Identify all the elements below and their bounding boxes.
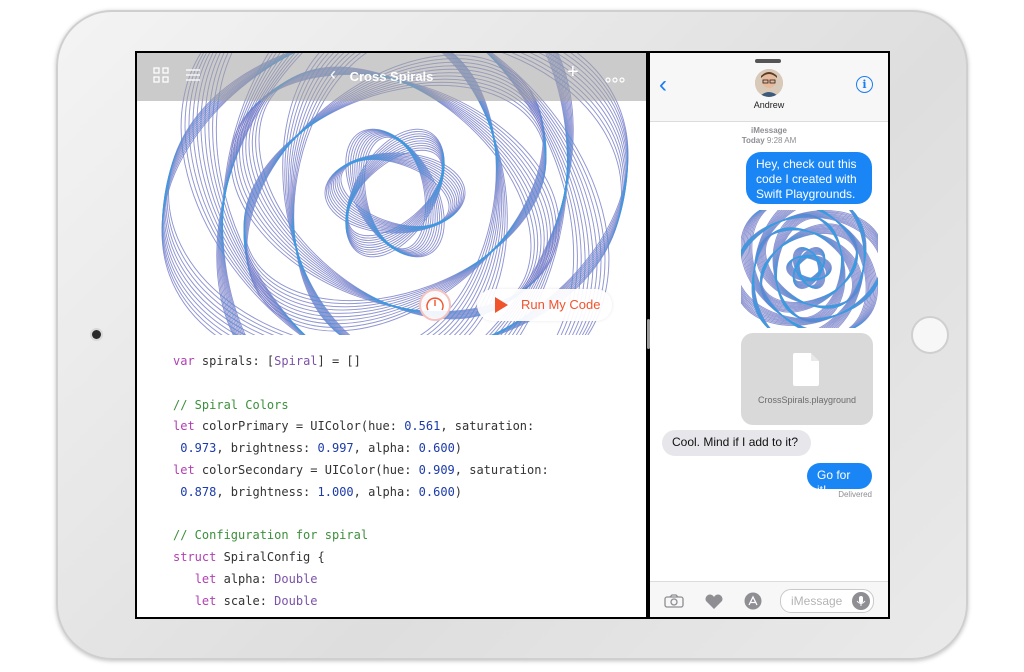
code-token: , alpha: [353,441,419,456]
code-token: let [194,593,217,608]
code-token: let [194,572,217,586]
messages-pane: ‹ Andrew i iMessage Today 9:28 AM Hey, c… [650,53,888,617]
message-input[interactable]: iMessage [780,589,874,613]
message-bubble-incoming[interactable]: Cool. Mind if I add to it? [662,430,811,456]
image-attachment[interactable] [741,210,878,328]
info-icon[interactable]: i [856,76,873,93]
delivered-status: Delivered [838,490,872,499]
code-token: ) [454,441,463,456]
spiral-ellipse [345,133,445,253]
spiral-ellipse [360,134,430,252]
avatar[interactable] [755,69,783,97]
app-store-icon[interactable] [743,592,763,610]
home-button[interactable] [911,316,949,354]
code-line: let colorPrimary = UIColor(hue: 0.561, s… [173,419,534,435]
bubble-text-line: Hey, check out this [756,157,857,171]
code-line: struct SpiralConfig { [173,550,325,566]
spiral-ellipse [345,138,445,248]
spiral-ellipse [358,133,432,253]
chevron-left-icon[interactable]: ‹ [659,73,667,97]
service-label: iMessage [750,126,788,135]
code-token: , saturation: [440,419,535,434]
attachment-name: CrossSpirals.playground [757,395,857,405]
code-line: var spirals: [Spiral] = [] [173,354,361,370]
playground-toolbar: ‹ Cross Spirals + [137,53,646,101]
spiral-ellipse [345,128,445,258]
message-bubble-outgoing[interactable]: Hey, check out this code I created with … [746,152,872,204]
code-token: , brightness: [216,441,318,456]
code-token: colorPrimary = UIColor(hue: [194,419,405,434]
code-token: 0.561 [404,419,441,434]
code-token: , saturation: [454,463,549,477]
code-token: ] = [] [317,354,361,368]
microphone-icon[interactable] [852,592,870,610]
front-camera [92,330,101,339]
contact-name[interactable]: Andrew [650,100,888,110]
code-token: Double [274,593,318,608]
code-token: 0.878 [180,484,217,499]
code-line: let scale: Double [173,594,318,610]
plus-icon[interactable]: + [567,62,579,82]
code-token: , brightness: [216,484,318,499]
spiral-ellipse [360,134,430,252]
message-bubble-outgoing[interactable]: Go for it! [807,463,872,497]
run-my-code-button[interactable]: Run My Code [477,289,612,321]
file-attachment[interactable]: CrossSpirals.playground [741,333,873,425]
heart-icon[interactable] [704,594,724,609]
spiral-ellipse [345,133,445,253]
screen: ‹ Cross Spirals + Run My Code var spiral… [135,51,890,619]
spiral-thumbnail [741,210,878,328]
bubble-text-line: Swift Playgrounds. [756,187,856,201]
code-token: colorSecondary = UIColor(hue: [194,463,419,477]
code-token: struct [173,550,217,565]
bubble-text-line: Cool. Mind if I add to it? [672,435,799,449]
code-line: 0.973, brightness: 0.997, alpha: 0.600) [173,441,462,457]
code-line: // Configuration for spiral [173,528,368,544]
play-icon [495,297,508,313]
code-token: // Spiral Colors [173,397,289,412]
timestamp: Today 9:28 AM [741,136,797,145]
code-token: 0.997 [317,441,354,456]
code-token: spirals: [ [194,354,275,368]
speedometer-icon[interactable] [419,289,451,321]
code-token: 0.973 [180,441,217,456]
playgrounds-pane: ‹ Cross Spirals + Run My Code var spiral… [137,53,646,617]
code-token: Double [274,572,318,586]
code-token: var [173,354,195,368]
message-input-placeholder: iMessage [791,594,843,608]
code-token: Spiral [274,354,318,368]
code-token: ) [454,484,463,499]
more-icon[interactable] [605,71,625,87]
code-line: let colorSecondary = UIColor(hue: 0.909,… [173,463,549,479]
code-token: SpiralConfig { [216,550,325,565]
run-label: Run My Code [521,297,601,312]
code-token: let [173,419,195,434]
camera-icon[interactable] [664,594,684,608]
code-token: scale: [216,593,275,608]
code-token: 1.000 [317,484,354,499]
code-token: // Configuration for spiral [173,528,369,543]
code-token: alpha: [216,572,275,586]
conversation-header: ‹ Andrew i [650,53,888,122]
code-token: 0.600 [418,441,455,456]
spiral-ellipse [345,138,445,248]
code-line: let alpha: Double [173,572,318,588]
slide-over-grabber[interactable] [755,59,781,63]
bubble-text-line: code I created with [756,172,857,186]
code-token: let [173,463,195,477]
message-compose-bar: iMessage [650,581,888,617]
code-token: , alpha: [353,484,419,499]
document-icon [793,353,819,386]
code-line: 0.878, brightness: 1.000, alpha: 0.600) [173,485,462,501]
code-token: 0.909 [418,463,455,477]
code-line: // Spiral Colors [173,398,289,414]
code-token: 0.600 [418,484,455,499]
